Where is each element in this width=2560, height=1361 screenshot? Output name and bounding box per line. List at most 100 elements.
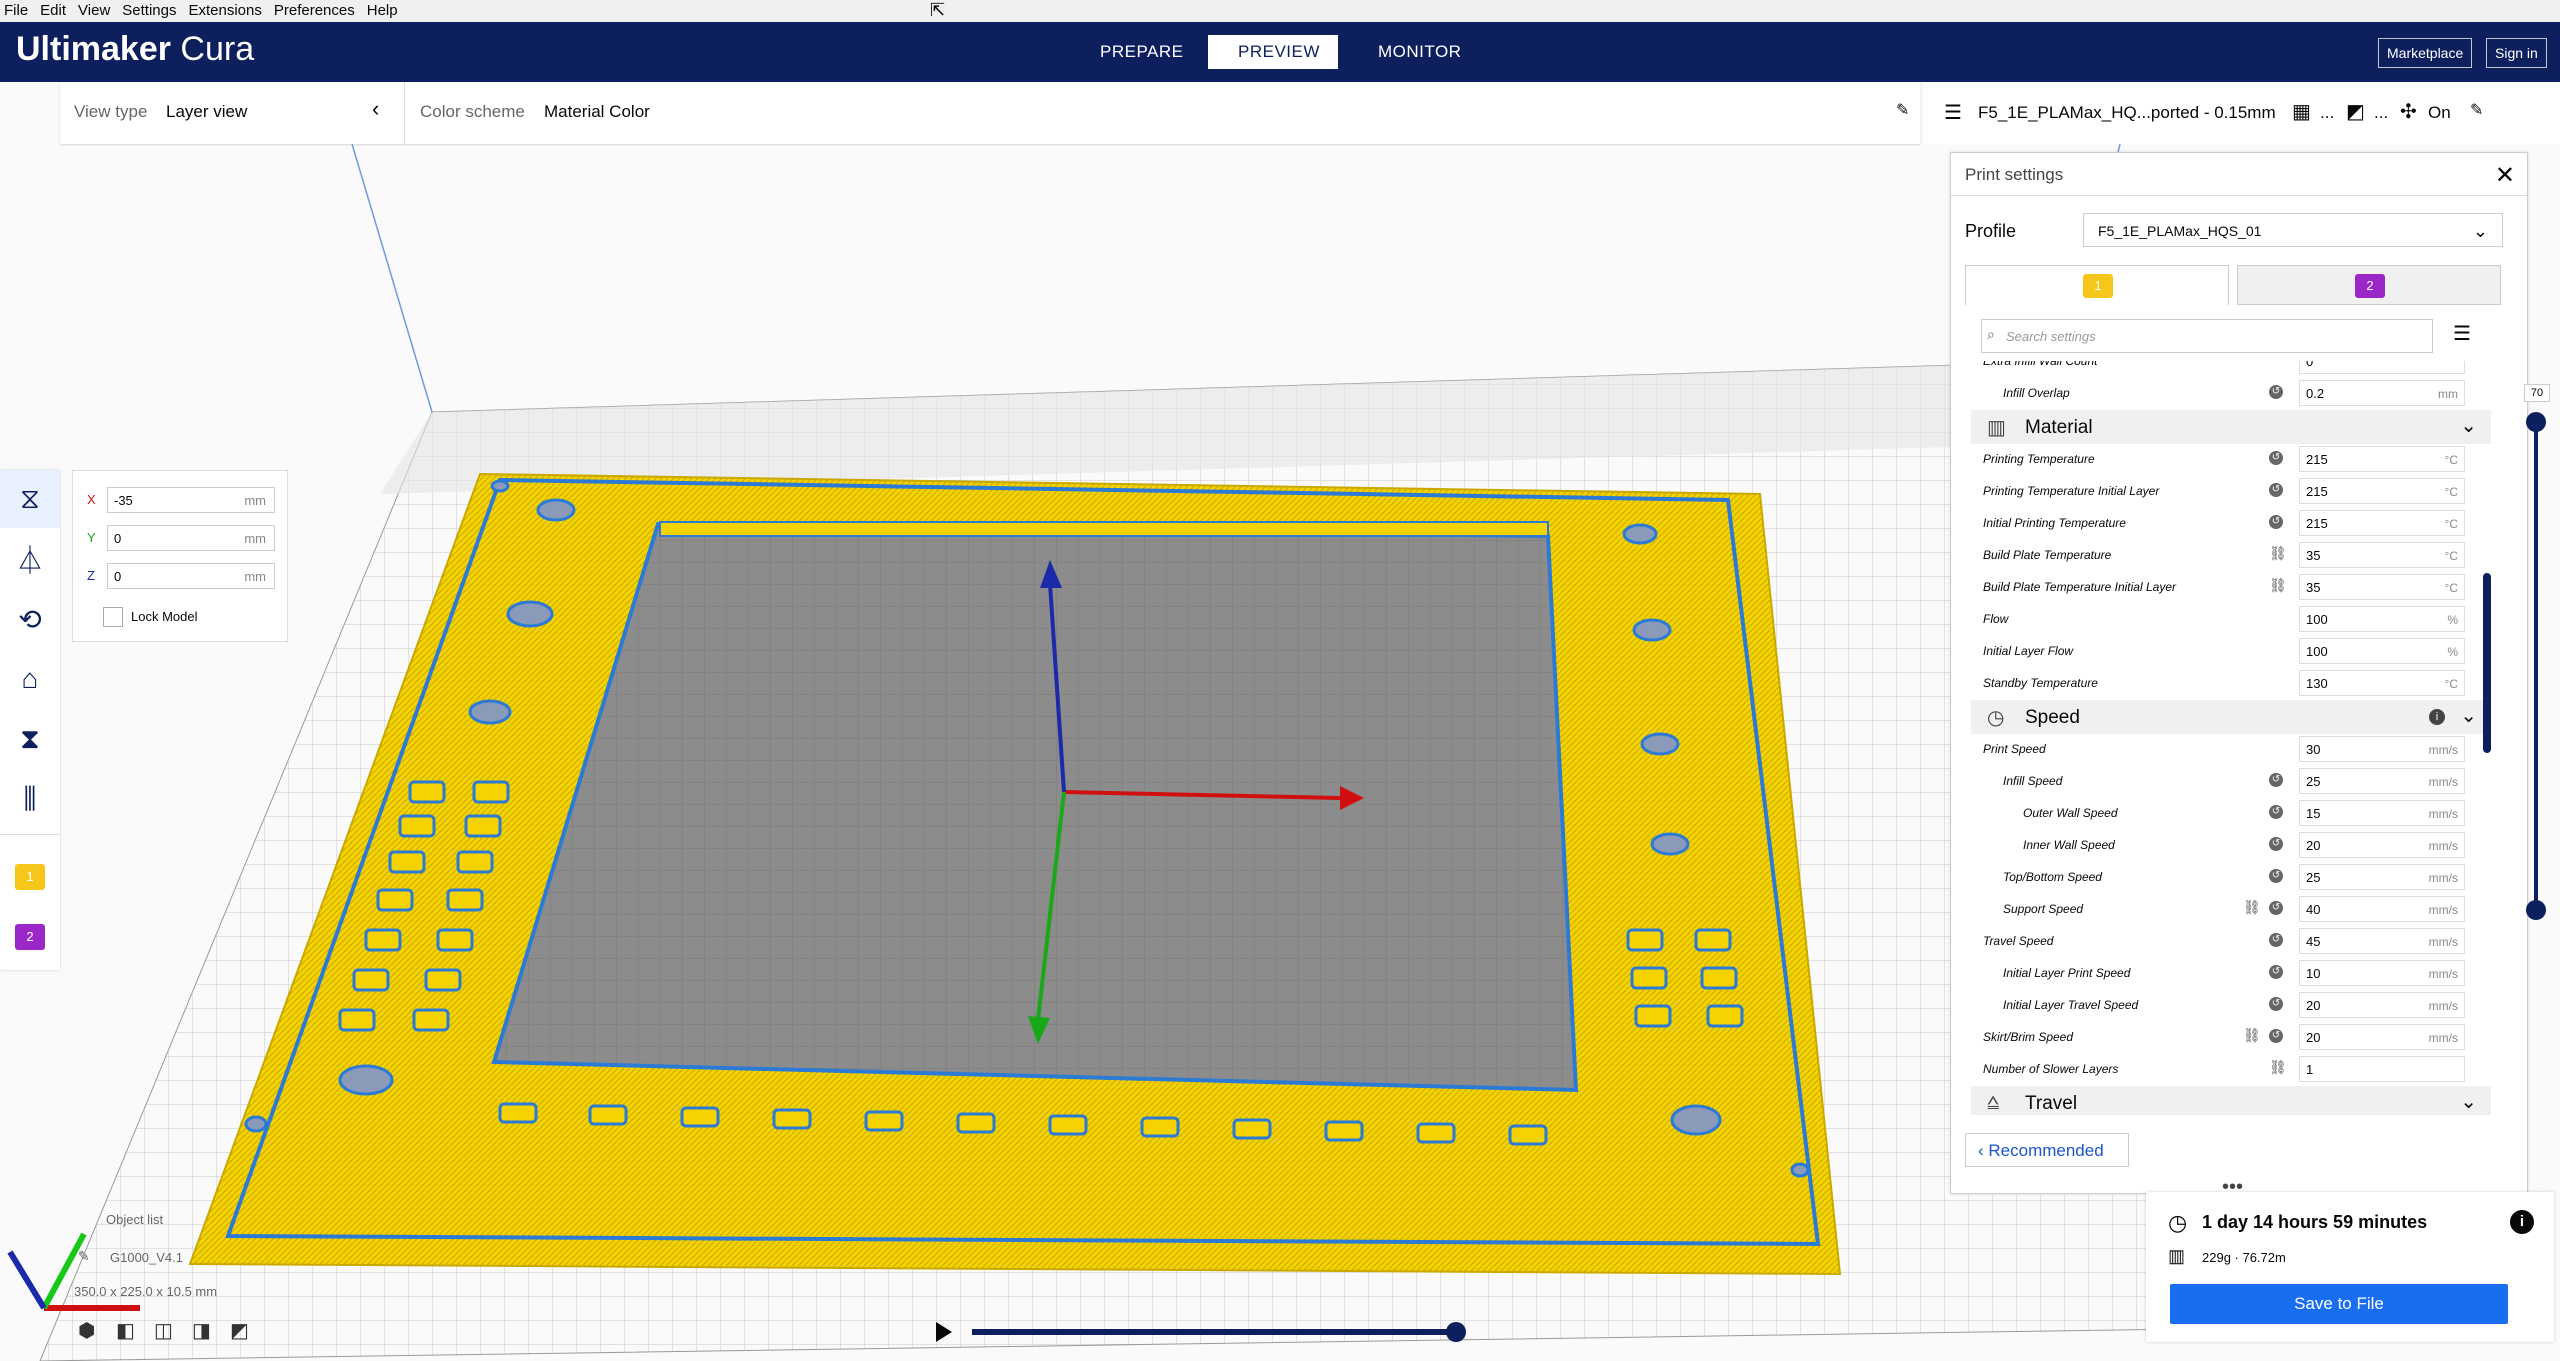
setting-value-input[interactable]: 215 °C [2299, 510, 2465, 536]
setting-value-input[interactable]: 100% [2299, 638, 2465, 664]
play-icon[interactable] [936, 1322, 952, 1342]
extruder-tab-1[interactable]: 1 [1965, 265, 2229, 305]
settings-menu-icon[interactable]: ☰ [2453, 321, 2471, 346]
y-input[interactable]: 0 mm [107, 525, 275, 551]
setting-value-input[interactable]: 45 mm/s [2299, 928, 2465, 954]
setting-value-input[interactable]: 20 mm/s [2299, 832, 2465, 858]
reset-icon[interactable]: ↺ [2269, 837, 2283, 851]
tab-prepare[interactable]: PREPARE [1070, 35, 1214, 69]
save-to-file-button[interactable]: Save to File [2170, 1284, 2508, 1324]
recommended-button[interactable]: ‹ Recommended [1965, 1133, 2129, 1167]
menu-preferences[interactable]: Preferences [274, 2, 355, 19]
setting-value-input[interactable]: 100% [2299, 606, 2465, 632]
setting-value-input[interactable]: 25 mm/s [2299, 864, 2465, 890]
object-list-label[interactable]: Object list [106, 1212, 163, 1227]
setting-value-input[interactable]: 35 °C [2299, 542, 2465, 568]
close-icon[interactable]: ✕ [2495, 161, 2515, 190]
link-icon[interactable]: ⛓ [2269, 545, 2287, 562]
setting-row: Printing Temperature ↺ 215 °C [1971, 443, 2471, 475]
info-icon[interactable]: i [2429, 709, 2445, 725]
menu-help[interactable]: Help [367, 2, 398, 19]
view-left-icon[interactable]: ◨ [192, 1318, 211, 1343]
reset-icon[interactable]: ↺ [2269, 869, 2283, 883]
view-right-icon[interactable]: ◩ [230, 1318, 249, 1343]
menu-edit[interactable]: Edit [40, 2, 66, 19]
chevron-left-icon[interactable]: ‹ [372, 96, 379, 122]
settings-list[interactable]: Extra Infill Wall Count 0 Infill Overlap ↺ 0… [1971, 361, 2501, 1115]
pencil-icon[interactable]: ✎ [1896, 100, 1909, 120]
reset-icon[interactable]: ↺ [2269, 483, 2283, 497]
rotate-tool-icon[interactable]: ⟲ [0, 590, 60, 648]
link-icon[interactable]: ⛓ [2269, 1059, 2287, 1076]
mirror-tool-icon[interactable]: ⌂ [0, 650, 60, 708]
z-input[interactable]: 0 mm [107, 563, 275, 589]
layer-lower-handle[interactable] [2526, 900, 2546, 920]
per-model-settings-icon[interactable]: ⧗ [0, 710, 60, 768]
lock-model-checkbox[interactable] [103, 607, 123, 627]
menu-view[interactable]: View [78, 2, 110, 19]
setting-value-input[interactable]: 35 °C [2299, 574, 2465, 600]
setting-value-input[interactable]: 215 °C [2299, 478, 2465, 504]
setting-value-input[interactable]: 25 mm/s [2299, 768, 2465, 794]
menu-settings[interactable]: Settings [122, 2, 176, 19]
link-icon[interactable]: ⛓ [2243, 1027, 2261, 1044]
tab-monitor[interactable]: MONITOR [1348, 35, 1491, 69]
view-front-icon[interactable]: ◧ [116, 1318, 135, 1343]
extruder-1-button[interactable]: 1 [0, 848, 60, 906]
x-input[interactable]: -35 mm [107, 487, 275, 513]
category-material[interactable]: ▥ Material ⌄ [1971, 410, 2491, 444]
link-icon[interactable]: ⛓ [2269, 577, 2287, 594]
setting-row: Infill Speed ↺ 25 mm/s [1971, 765, 2471, 797]
move-tool-icon[interactable]: ⧖ [0, 470, 60, 528]
category-speed[interactable]: ◷ Speed ⌄ i [1971, 700, 2491, 734]
menu-extensions[interactable]: Extensions [188, 2, 261, 19]
category-travel[interactable]: ⩠ Travel ⌄ [1971, 1086, 2491, 1115]
reset-icon[interactable]: ↺ [2269, 997, 2283, 1011]
layer-number[interactable]: 70 [2524, 384, 2550, 402]
profile-summary[interactable]: F5_1E_PLAMax_HQ...ported - 0.15mm [1978, 103, 2276, 123]
link-icon[interactable]: ⛓ [2243, 899, 2261, 916]
reset-icon[interactable]: ↺ [2269, 773, 2283, 787]
sign-in-button[interactable]: Sign in [2486, 38, 2547, 68]
layer-slider[interactable]: 70 [2524, 380, 2550, 920]
support-blocker-icon[interactable]: ⫼ [0, 770, 60, 828]
extruder-2-button[interactable]: 2 [0, 908, 60, 966]
view-top-icon[interactable]: ◫ [154, 1318, 173, 1343]
marketplace-button[interactable]: Marketplace [2378, 38, 2473, 68]
reset-icon[interactable]: ↺ [2269, 451, 2283, 465]
view-type-dropdown[interactable]: Layer view [166, 102, 247, 122]
reset-icon[interactable]: ↺ [2269, 933, 2283, 947]
pencil-icon[interactable]: ✎ [2470, 100, 2483, 120]
reset-icon[interactable]: ↺ [2269, 805, 2283, 819]
reset-icon[interactable]: ↺ [2269, 515, 2283, 529]
layer-upper-handle[interactable] [2526, 412, 2546, 432]
reset-icon[interactable]: ↺ [2269, 1029, 2283, 1043]
setting-value-input[interactable]: 0 [2299, 361, 2465, 374]
reset-icon[interactable]: ↺ [2269, 385, 2283, 399]
pencil-icon[interactable]: ✎ [78, 1248, 90, 1265]
setting-value-input[interactable]: 1 [2299, 1056, 2465, 1082]
menu-file[interactable]: File [4, 2, 28, 19]
view-3d-icon[interactable]: ⬢ [78, 1318, 95, 1343]
settings-scrollbar[interactable] [2483, 573, 2491, 753]
color-scheme-dropdown[interactable]: Material Color [544, 102, 650, 122]
scale-tool-icon[interactable]: ⏃ [0, 530, 60, 588]
setting-value-input[interactable]: 215 °C [2299, 446, 2465, 472]
search-input[interactable]: Search settings [1981, 319, 2433, 353]
print-setup-bar[interactable]: ☰ F5_1E_PLAMax_HQ...ported - 0.15mm ▦ ..… [1924, 82, 2560, 144]
profile-dropdown[interactable]: F5_1E_PLAMax_HQS_01 ⌄ [2083, 213, 2503, 247]
path-handle[interactable] [1446, 1322, 1466, 1342]
extruder-tab-2[interactable]: 2 [2237, 265, 2501, 305]
tab-preview[interactable]: PREVIEW [1208, 35, 1338, 69]
info-icon[interactable]: i [2510, 1210, 2534, 1234]
setting-value-input[interactable]: 20 mm/s [2299, 992, 2465, 1018]
setting-value-input[interactable]: 30 mm/s [2299, 736, 2465, 762]
setting-value-input[interactable]: 15 mm/s [2299, 800, 2465, 826]
setting-value-input[interactable]: 20 mm/s [2299, 1024, 2465, 1050]
reset-icon[interactable]: ↺ [2269, 965, 2283, 979]
setting-value-input[interactable]: 10 mm/s [2299, 960, 2465, 986]
setting-value-input[interactable]: 0.2 mm [2299, 380, 2465, 406]
reset-icon[interactable]: ↺ [2269, 901, 2283, 915]
setting-value-input[interactable]: 130 °C [2299, 670, 2465, 696]
setting-value-input[interactable]: 40 mm/s [2299, 896, 2465, 922]
